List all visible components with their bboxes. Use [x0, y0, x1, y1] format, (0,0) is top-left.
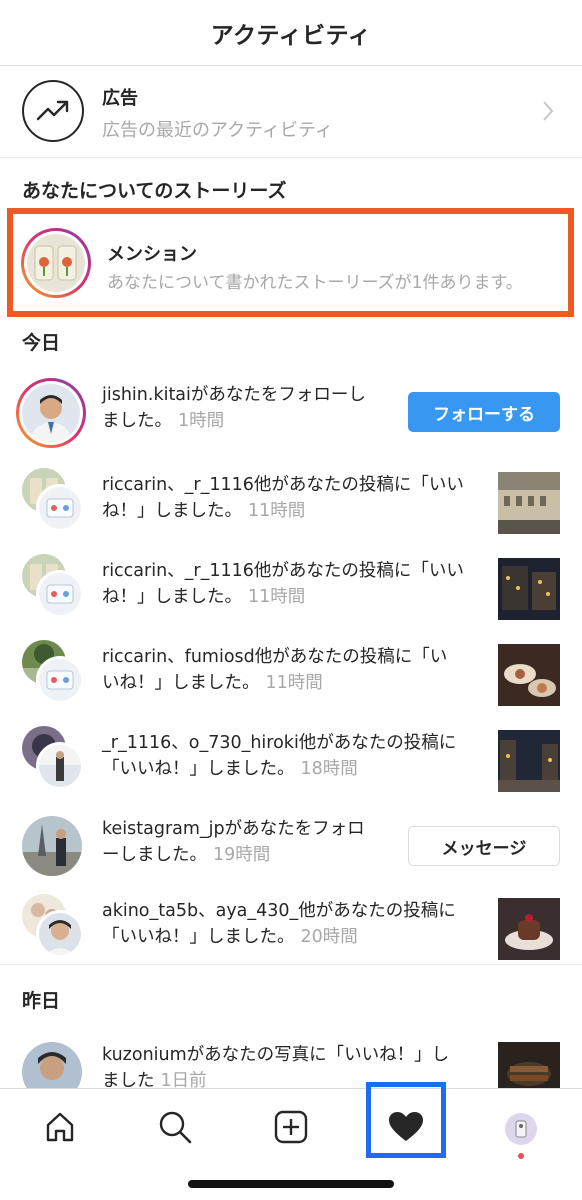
avatar	[36, 484, 84, 532]
page-title: アクティビティ	[210, 22, 372, 49]
mention-title: メンション	[107, 244, 197, 265]
list-item[interactable]: riccarin、_r_1116他があなたの投稿に「いい ね！」しました。 11時…	[0, 548, 582, 634]
home-indicator	[188, 1180, 394, 1188]
list-item[interactable]: _r_1116、o_730_hiroki他があなたの投稿に 「いいね！」しました…	[0, 720, 582, 806]
timestamp: 11時間	[265, 673, 323, 693]
tab-home[interactable]	[30, 1099, 90, 1159]
header: アクティビティ	[0, 0, 582, 66]
notification-text: jishin.kitaiがあなたをフォローし ました。 1時間	[102, 385, 366, 431]
active-tab-highlight	[366, 1082, 446, 1158]
follow-button[interactable]: フォローする	[408, 392, 560, 432]
notification-text: _r_1116、o_730_hiroki他があなたの投稿に 「いいね！」しました…	[102, 733, 457, 779]
ads-title: 広告	[102, 88, 138, 109]
list-item[interactable]: riccarin、fumiosd他があなたの投稿に「い いね！」しました。 11時…	[0, 634, 582, 720]
list-item[interactable]: akino_ta5b、aya_430_他があなたの投稿に 「いいね！」しました。…	[0, 888, 582, 974]
divider	[0, 964, 582, 965]
avatar	[22, 816, 82, 876]
timestamp: 1時間	[178, 411, 225, 431]
notification-text: riccarin、_r_1116他があなたの投稿に「いい ね！」しました。 11時…	[102, 475, 464, 521]
today-section-title: 今日	[22, 332, 61, 354]
avatar	[36, 656, 84, 704]
list-item[interactable]: jishin.kitaiがあなたをフォローし ました。 1時間 フォローする	[0, 372, 582, 458]
notification-dot	[518, 1153, 524, 1159]
profile-avatar	[504, 1112, 538, 1146]
message-button[interactable]: メッセージ	[408, 826, 560, 866]
mention-subtitle: あなたについて書かれたストーリーズが1件あります。	[107, 273, 523, 293]
post-thumbnail[interactable]	[498, 472, 560, 534]
tab-search[interactable]	[145, 1099, 205, 1159]
post-thumbnail[interactable]	[498, 558, 560, 620]
avatar	[21, 228, 91, 298]
avatar	[36, 570, 84, 618]
add-post-icon	[273, 1109, 309, 1149]
avatar	[36, 910, 84, 958]
ads-activity-row[interactable]: 広告 広告の最近のアクティビティ	[0, 66, 582, 158]
list-item[interactable]: keistagram_jpがあなたをフォロ ーしました。 19時間 メッセージ	[0, 806, 582, 892]
notification-text: riccarin、fumiosd他があなたの投稿に「い いね！」しました。 11時…	[102, 647, 448, 693]
yesterday-section-title: 昨日	[22, 990, 61, 1012]
list-item[interactable]: riccarin、_r_1116他があなたの投稿に「いい ね！」しました。 11時…	[0, 462, 582, 548]
avatar	[36, 742, 84, 790]
stories-section-title: あなたについてのストーリーズ	[22, 180, 287, 202]
timestamp: 20時間	[300, 927, 358, 947]
notification-text: riccarin、_r_1116他があなたの投稿に「いい ね！」しました。 11時…	[102, 561, 464, 607]
notification-text: keistagram_jpがあなたをフォロ ーしました。 19時間	[102, 819, 365, 865]
timestamp: 19時間	[213, 845, 271, 865]
tab-profile[interactable]	[491, 1099, 551, 1159]
tab-new-post[interactable]	[261, 1099, 321, 1159]
search-icon	[157, 1109, 193, 1149]
chevron-right-icon	[542, 100, 554, 126]
timestamp: 11時間	[248, 587, 306, 607]
mention-row[interactable]: メンション あなたについて書かれたストーリーズが1件あります。	[7, 208, 574, 317]
home-icon	[43, 1110, 77, 1148]
post-thumbnail[interactable]	[498, 730, 560, 792]
post-thumbnail[interactable]	[498, 898, 560, 960]
notification-text: akino_ta5b、aya_430_他があなたの投稿に 「いいね！」しました。…	[102, 901, 456, 947]
ads-subtitle: 広告の最近のアクティビティ	[102, 120, 333, 141]
avatar	[16, 378, 86, 448]
timestamp: 11時間	[248, 501, 306, 521]
timestamp: 18時間	[300, 759, 358, 779]
trending-up-icon	[22, 80, 84, 142]
post-thumbnail[interactable]	[498, 644, 560, 706]
